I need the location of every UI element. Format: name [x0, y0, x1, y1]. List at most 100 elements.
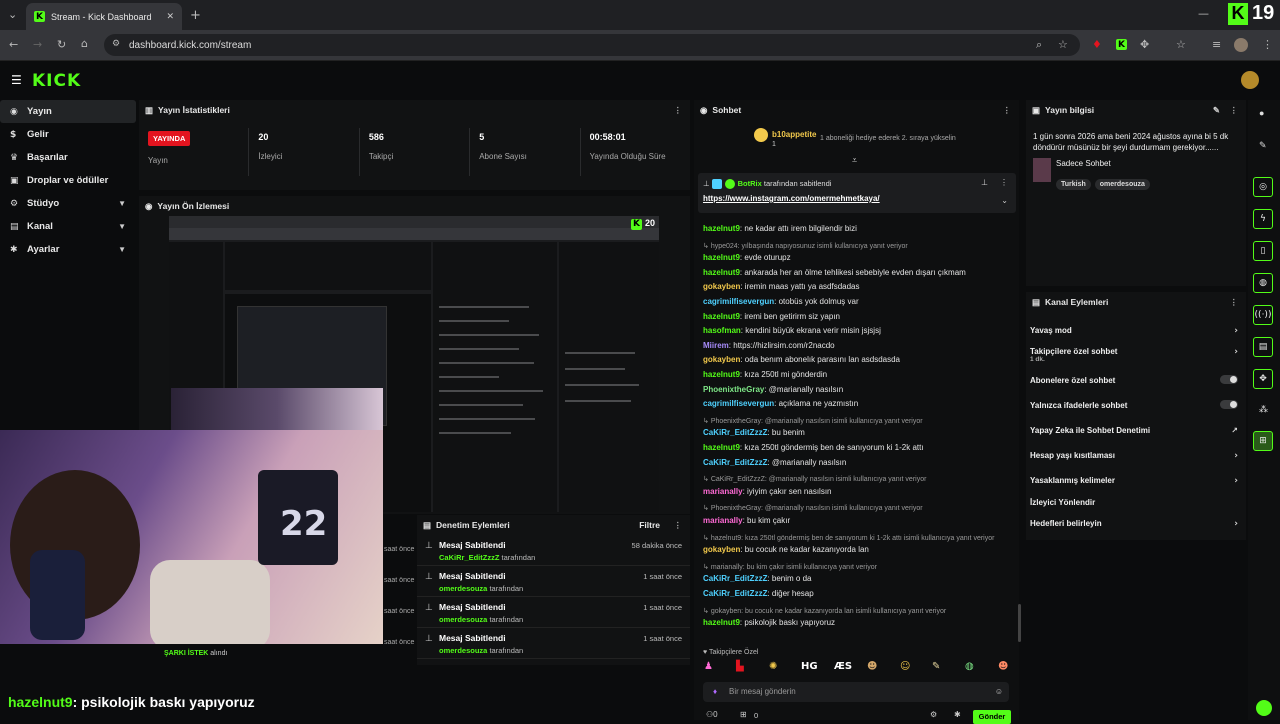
edit-pencil-icon[interactable]: ✎ [1213, 105, 1220, 116]
calendar-icon[interactable]: ▤ [1253, 337, 1273, 357]
action-emotes-only[interactable]: Yalnızca ifadelerle sohbet [1030, 400, 1238, 410]
chat-username[interactable]: marianally [703, 487, 743, 496]
edit-pencil-icon[interactable]: ✎ [1259, 140, 1267, 151]
user-avatar[interactable] [1241, 71, 1259, 89]
chat-username[interactable]: cagrimilfisevergun [703, 399, 774, 408]
sidebar-item-basarilar[interactable]: ♛ Başarılar [0, 146, 136, 169]
more-icon[interactable]: ⋮ [1230, 297, 1239, 308]
chat-message-input[interactable]: ♦ Bir mesaj gönderin ☺ [703, 682, 1009, 702]
filter-button[interactable]: Filtre [639, 520, 660, 530]
chat-username[interactable]: gokayben [703, 355, 740, 364]
emote-icon[interactable]: ✺ [769, 661, 777, 672]
address-bar[interactable]: ⚙ dashboard.kick.com/stream ⌕ ☆ [104, 34, 1080, 56]
pinned-link[interactable]: https://www.instagram.com/omermehmetkaya… [703, 194, 880, 203]
sidebar-item-ayarlar[interactable]: ✱ Ayarlar ▼ [0, 238, 136, 261]
chevron-down-icon[interactable]: ⌄ [1001, 196, 1008, 205]
chat-username[interactable]: hazelnut9 [703, 618, 740, 627]
browser-tab[interactable]: K Stream - Kick Dashboard ✕ [26, 3, 182, 30]
minimize-icon[interactable]: — [1198, 7, 1209, 20]
clip-icon[interactable]: ◎ [1253, 177, 1273, 197]
chat-username[interactable]: hazelnut9 [703, 224, 740, 233]
chat-username[interactable]: hazelnut9 [703, 312, 740, 321]
mod-tools-icon[interactable]: ⚙ [930, 710, 937, 719]
settings-gear-icon[interactable]: ✱ [954, 710, 961, 719]
media-icon[interactable]: ≡ [1212, 38, 1221, 51]
more-icon[interactable]: ⋮ [674, 520, 683, 531]
chat-username[interactable]: hasofman [703, 326, 741, 335]
hamburger-menu-icon[interactable]: ☰ [11, 73, 22, 87]
new-tab-icon[interactable]: + [190, 8, 201, 23]
action-set-goals[interactable]: Hedefleri belirleyin › [1030, 519, 1238, 529]
action-account-age[interactable]: Hesap yaşı kısıtlaması › [1030, 451, 1238, 461]
reload-icon[interactable]: ↻ [57, 38, 66, 51]
extension-red-icon[interactable]: ♦ [1092, 38, 1102, 51]
back-icon[interactable]: ← [9, 38, 18, 51]
sidebar-item-droplar[interactable]: ▣ Droplar ve ödüller [0, 169, 136, 192]
sidebar-item-studyo[interactable]: ⚙ Stüdyo ▼ [0, 192, 136, 215]
profile-avatar[interactable] [1234, 38, 1248, 52]
group-icon[interactable]: ⁂ [1259, 404, 1268, 415]
broadcast-icon[interactable]: ((·)) [1253, 305, 1273, 325]
tab-search-icon[interactable]: ⌄ [8, 8, 17, 21]
forward-icon[interactable]: → [33, 38, 42, 51]
chat-username[interactable]: hazelnut9 [703, 443, 740, 452]
chat-username[interactable]: gokayben [703, 282, 740, 291]
chat-username[interactable]: CaKiRr_EditZzzZ [703, 428, 767, 437]
add-widget-icon[interactable]: ⊞ [1253, 431, 1273, 451]
more-icon[interactable]: ⋮ [1230, 105, 1239, 116]
sidebar-item-kanal[interactable]: ▤ Kanal ▼ [0, 215, 136, 238]
more-icon[interactable]: ⋮ [1000, 178, 1008, 187]
chat-bubble-icon[interactable]: ◍ [1253, 273, 1273, 293]
chat-username[interactable]: gokayben [703, 545, 740, 554]
emote-icon[interactable]: ▙ [736, 661, 744, 672]
emote-icon[interactable]: ♟ [704, 661, 713, 672]
emote-icon[interactable]: ✎ [932, 661, 940, 672]
collapse-icon[interactable]: ⩡ [852, 156, 857, 166]
home-icon[interactable]: ⌂ [81, 37, 88, 50]
more-icon[interactable]: ⋮ [674, 105, 683, 116]
chat-username[interactable]: CaKiRr_EditZzzZ [703, 458, 767, 467]
emote-icon[interactable]: ☻ [998, 661, 1008, 672]
sidebar-item-gelir[interactable]: $ Gelir [0, 123, 136, 146]
tools-icon[interactable]: ✥ [1253, 369, 1273, 389]
chat-username[interactable]: cagrimilfisevergun [703, 297, 774, 306]
tab-close-icon[interactable]: ✕ [166, 11, 174, 22]
subscribers-only-toggle[interactable] [1220, 375, 1238, 384]
chat-username[interactable]: hazelnut9 [703, 268, 740, 277]
chat-username[interactable]: PhoenixtheGray [703, 385, 764, 394]
support-chat-button[interactable] [1256, 700, 1272, 716]
kick-logo[interactable]: KICK [32, 71, 81, 91]
zoom-icon[interactable]: ⌕ [1036, 38, 1042, 52]
chat-scrollbar[interactable] [1018, 604, 1021, 642]
gift-leader-name[interactable]: b10appetite [772, 130, 816, 139]
action-ai-moderation[interactable]: Yapay Zeka ile Sohbet Denetimi ↗ [1030, 426, 1238, 435]
action-subscribers-only[interactable]: Abonelere özel sohbet [1030, 375, 1238, 385]
info-icon[interactable]: ● [1259, 108, 1264, 118]
lightning-icon[interactable]: ϟ [1253, 209, 1273, 229]
chat-username[interactable]: hazelnut9 [703, 370, 740, 379]
people-icon[interactable]: ⚇0 [706, 710, 718, 719]
chat-username[interactable]: marianally [703, 516, 743, 525]
points-icon[interactable]: ⊞ [740, 710, 747, 719]
chat-username[interactable]: hazelnut9 [703, 253, 740, 262]
kick-extension-icon[interactable]: K [1116, 39, 1127, 50]
emotes-only-toggle[interactable] [1220, 400, 1238, 409]
page-icon[interactable]: ▯ [1253, 241, 1273, 261]
sidebar-item-yayin[interactable]: ◉ Yayın [0, 100, 136, 123]
chat-username[interactable]: Miirem [703, 341, 729, 350]
action-banned-words[interactable]: Yasaklanmış kelimeler › [1030, 476, 1238, 486]
more-icon[interactable]: ⋮ [1003, 105, 1012, 116]
extensions-puzzle-icon[interactable]: ✥ [1140, 38, 1149, 51]
chat-username[interactable]: CaKiRr_EditZzzZ [703, 589, 767, 598]
emote-icon[interactable]: HG [801, 661, 818, 672]
emote-icon[interactable]: ÆS [834, 661, 852, 672]
action-slow-mode[interactable]: Yavaş mod › [1030, 326, 1238, 336]
emote-icon[interactable]: ☺ [900, 661, 910, 672]
action-followers-only[interactable]: Takipçilere özel sohbet 1 dk. › [1030, 347, 1238, 363]
emote-icon[interactable]: ☻ [867, 661, 877, 672]
site-info-icon[interactable]: ⚙ [112, 39, 120, 49]
unpin-icon[interactable]: ⊥ [981, 178, 988, 187]
send-button[interactable]: Gönder [973, 710, 1011, 724]
action-raid[interactable]: İzleyici Yönlendir [1030, 498, 1238, 507]
emote-icon[interactable]: ◍ [965, 661, 974, 672]
